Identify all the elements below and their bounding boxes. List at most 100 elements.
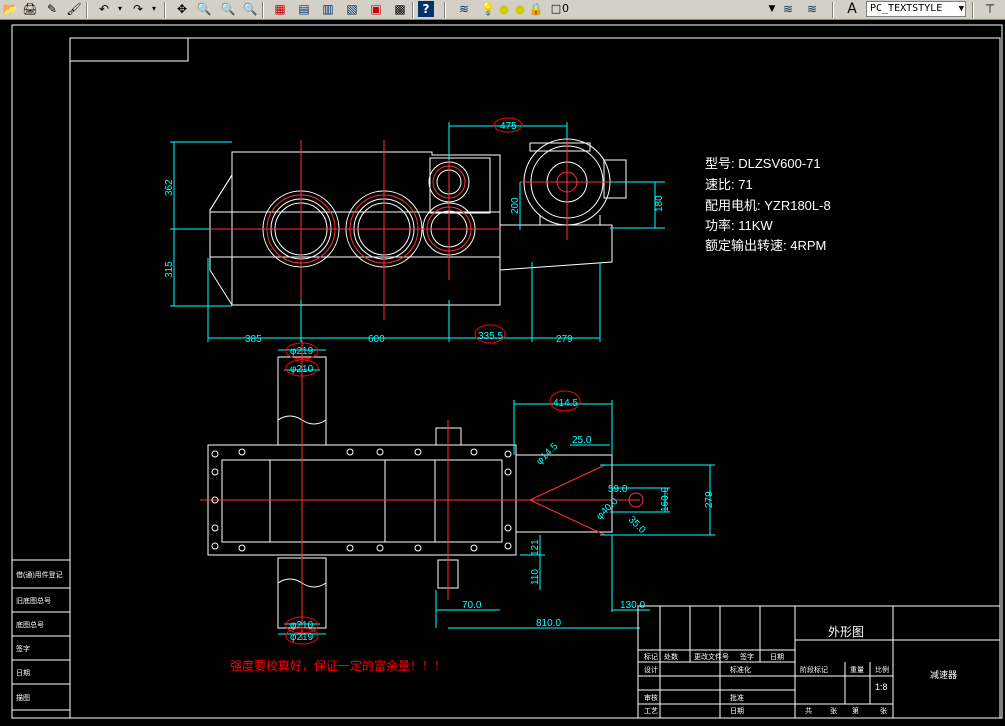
brush-icon[interactable]: 🖌 xyxy=(66,1,82,17)
tb-cell-8: 工艺 xyxy=(644,707,658,715)
drawing-canvas[interactable]: 475 362 315 200 180 385 600 335.5 279 型号… xyxy=(0,20,1005,722)
dim-59: 59.0 xyxy=(608,484,628,495)
dim-style-icon[interactable]: ⊤ xyxy=(982,1,998,17)
redo-dropdown-icon[interactable]: ▾ xyxy=(146,1,162,17)
calculator-icon[interactable]: ▩ xyxy=(392,1,408,17)
dim-414-5: 414.5 xyxy=(553,398,578,409)
separator xyxy=(412,2,414,18)
left-side-block xyxy=(11,559,71,711)
spec-ratio: 速比: 71 xyxy=(705,177,753,192)
separator xyxy=(972,2,974,18)
spec-block: 型号: DLZSV600-71 速比: 71 配用电机: YZR180L-8 功… xyxy=(705,156,831,253)
pan-icon[interactable]: ✥ xyxy=(174,1,190,17)
undo-dropdown-icon[interactable]: ▾ xyxy=(112,1,128,17)
left-row-3: 签字 xyxy=(16,644,30,653)
sheet-set-icon[interactable]: ▧ xyxy=(344,1,360,17)
markup-icon[interactable]: ▣ xyxy=(368,1,384,17)
tb-cell-9: 日期 xyxy=(730,707,744,715)
lock-icon[interactable]: 🔒 xyxy=(528,1,544,17)
left-row-1: 旧底图总号 xyxy=(16,596,51,605)
separator xyxy=(262,2,264,18)
dim-180: 180 xyxy=(654,195,665,212)
tb-cell-2: 更改文件号 xyxy=(694,652,729,661)
tb-cell-15: 第 xyxy=(852,706,859,715)
print-icon[interactable]: 🖨 xyxy=(22,1,38,17)
zoom-previous-icon[interactable]: 🔍 xyxy=(242,1,258,17)
redo-icon[interactable]: ↷ xyxy=(130,1,146,17)
tb-cell-13: 共 xyxy=(805,706,812,715)
drawing-name: 外形图 xyxy=(828,625,864,639)
freeze-icon[interactable]: ● xyxy=(512,1,528,17)
dim-phi219-bottom: φ219 xyxy=(290,632,314,643)
layer-previous-icon[interactable]: ≋ xyxy=(804,1,820,17)
dim-35: 35.0 xyxy=(626,514,648,536)
zoom-window-icon[interactable]: 🔍 xyxy=(220,1,236,17)
tb-cell-11: 重量 xyxy=(850,666,864,674)
layer-dropdown-icon[interactable]: ▼ xyxy=(764,1,780,17)
tb-cell-5: 设计 xyxy=(644,665,658,674)
tb-cell-17: 批准 xyxy=(730,693,744,702)
title-block xyxy=(637,605,1001,719)
open-icon[interactable]: 📂 xyxy=(2,1,18,17)
left-row-4: 日期 xyxy=(16,669,30,677)
dim-70: 70.0 xyxy=(462,600,482,611)
layer-value: 0 xyxy=(562,2,569,15)
strength-note: 强度要校算好，保证一定的富余量！！！ xyxy=(230,658,446,673)
separator xyxy=(86,2,88,18)
left-row-2: 底图总号 xyxy=(16,620,44,629)
zoom-realtime-icon[interactable]: 🔍 xyxy=(196,1,212,17)
dim-335-5: 335.5 xyxy=(478,331,503,342)
scale-value: 1:8 xyxy=(875,682,888,692)
title-block-cells: 标记 处数 更改文件号 签字 日期 设计 标准化 审核 工艺 日期 阶段标记 重… xyxy=(644,652,889,715)
tb-cell-6: 标准化 xyxy=(730,665,751,674)
dim-279b: 279 xyxy=(704,491,715,508)
spec-motor: 配用电机: YZR180L-8 xyxy=(705,198,831,213)
separator xyxy=(164,2,166,18)
tb-cell-14: 张 xyxy=(830,706,837,715)
dim-phi210-bottom: φ210 xyxy=(290,620,314,631)
layer-manager-icon[interactable]: ≋ xyxy=(456,1,472,17)
dim-200: 200 xyxy=(510,197,521,214)
tb-cell-4: 日期 xyxy=(770,653,784,661)
dim-810: 810.0 xyxy=(536,618,561,629)
tb-cell-16: 张 xyxy=(880,706,887,715)
dim-600: 600 xyxy=(368,334,385,345)
tb-cell-3: 签字 xyxy=(740,652,754,661)
bottom-view xyxy=(200,340,715,645)
properties-icon[interactable]: ▦ xyxy=(272,1,288,17)
dim-phi14-5: φ14.5 xyxy=(534,441,560,467)
tb-cell-0: 标记 xyxy=(644,652,658,661)
design-center-icon[interactable]: ▤ xyxy=(296,1,312,17)
help-icon[interactable]: ? xyxy=(418,1,434,17)
lightbulb-icon[interactable]: 💡 xyxy=(480,1,496,17)
make-current-icon[interactable]: ≋ xyxy=(780,1,796,17)
spec-output-speed: 额定输出转速: 4RPM xyxy=(705,238,826,253)
dim-279: 279 xyxy=(556,334,573,345)
left-row-0: 借(通)用件登记 xyxy=(16,570,63,579)
dim-110: 110 xyxy=(530,569,541,585)
left-row-5: 描图 xyxy=(16,693,30,702)
dim-475: 475 xyxy=(500,121,517,132)
spec-power: 功率: 11KW xyxy=(705,218,773,233)
tb-cell-7: 审核 xyxy=(644,693,658,702)
tool-palettes-icon[interactable]: ▥ xyxy=(320,1,336,17)
undo-icon[interactable]: ↶ xyxy=(96,1,112,17)
dim-phi219-top: φ219 xyxy=(290,346,314,357)
spec-model: 型号: DLZSV600-71 xyxy=(705,156,821,171)
toolbar: 📂 🖨 ✎ 🖌 ↶ ▾ ↷ ▾ ✥ 🔍 🔍 🔍 ▦ ▤ ▥ ▧ ▣ ▩ ? ≋ … xyxy=(0,0,1005,20)
sun-icon[interactable]: ● xyxy=(496,1,512,17)
dim-160: 160.0 xyxy=(660,487,671,512)
text-style-icon[interactable]: A xyxy=(844,1,860,17)
drawing-svg: 475 362 315 200 180 385 600 335.5 279 型号… xyxy=(11,24,1003,719)
text-style-select[interactable]: PC_TEXTSTYLE ▼ xyxy=(866,1,966,17)
dim-121: 121 xyxy=(530,539,541,556)
text-style-value: PC_TEXTSTYLE xyxy=(870,3,943,14)
match-properties-icon[interactable]: ✎ xyxy=(44,1,60,17)
dim-385: 385 xyxy=(245,334,262,345)
top-view xyxy=(170,117,665,344)
tb-cell-12: 比例 xyxy=(875,665,889,674)
separator xyxy=(832,2,834,18)
tb-cell-10: 阶段标记 xyxy=(800,665,828,674)
dim-phi210-top: φ210 xyxy=(290,364,314,375)
product-name: 减速器 xyxy=(930,669,957,680)
